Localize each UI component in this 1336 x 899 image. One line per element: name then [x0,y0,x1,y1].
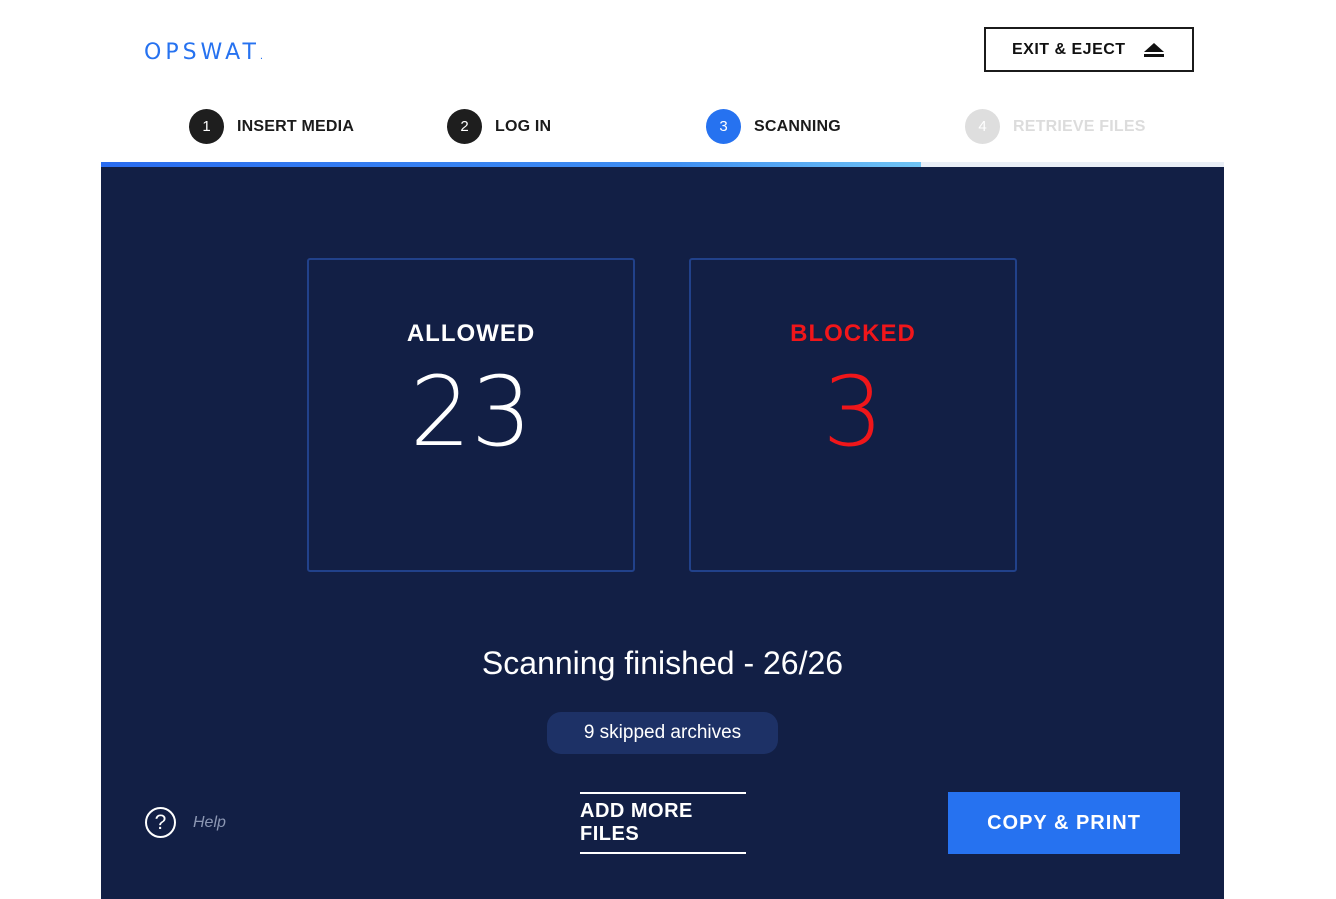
allowed-count: 23 [409,356,533,468]
step-number: 2 [447,109,482,144]
exit-eject-button[interactable]: EXIT & EJECT [984,27,1194,72]
step-label: INSERT MEDIA [237,117,355,135]
exit-eject-label: EXIT & EJECT [1012,40,1126,58]
allowed-card: ALLOWED 23 [307,258,635,572]
step-number: 3 [706,109,741,144]
step-label: LOG IN [495,117,552,135]
step-log-in: 2 LOG IN [447,109,551,144]
scan-results-panel: ALLOWED 23 BLOCKED 3 Scanning finished -… [101,167,1224,899]
scan-status-text: Scanning finished - 26/26 [481,645,844,681]
step-label: SCANNING [754,117,841,135]
add-more-files-button[interactable]: ADD MORE FILES [580,792,746,854]
copy-print-button[interactable]: COPY & PRINT [948,792,1180,854]
step-insert-media: 1 INSERT MEDIA [189,109,354,144]
blocked-label: BLOCKED [790,320,916,347]
step-indicator: 1 INSERT MEDIA 2 LOG IN 3 SCANNING 4 RET… [0,109,1336,145]
logo-text: OPSWAT [144,40,260,65]
step-label: RETRIEVE FILES [1013,117,1146,135]
help-link[interactable]: ? Help [145,807,226,838]
allowed-label: ALLOWED [406,320,536,347]
blocked-count: 3 [822,356,884,468]
step-scanning: 3 SCANNING [706,109,841,144]
step-number: 1 [189,109,224,144]
eject-icon [1144,42,1164,57]
skipped-archives-badge[interactable]: 9 skipped archives [547,712,778,754]
question-mark-icon[interactable]: ? [145,807,176,838]
opswat-logo: OPSWAT. [144,40,263,65]
step-retrieve-files: 4 RETRIEVE FILES [965,109,1146,144]
blocked-card[interactable]: BLOCKED 3 [689,258,1017,572]
help-label: Help [193,813,226,831]
step-number: 4 [965,109,1000,144]
logo-dot: . [259,51,264,62]
